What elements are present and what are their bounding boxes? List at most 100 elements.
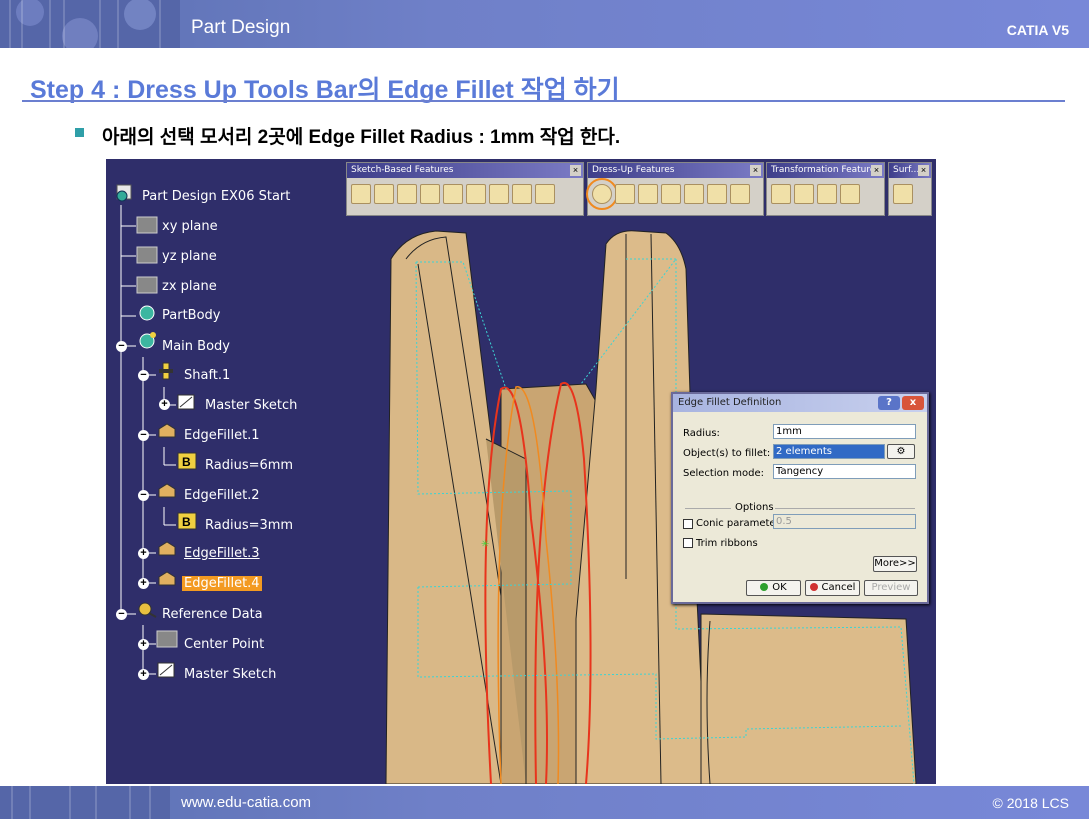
point-icon — [156, 629, 178, 649]
tree-item-edgefillet-2[interactable]: EdgeFillet.2 — [184, 488, 260, 503]
footer-url[interactable]: www.edu-catia.com — [181, 794, 311, 811]
groove-icon[interactable] — [420, 184, 440, 204]
tree-item-edgefillet-1[interactable]: EdgeFillet.1 — [184, 428, 260, 443]
edge-fillet-tool-icon[interactable] — [586, 178, 618, 210]
close-icon[interactable]: × — [570, 165, 581, 176]
tree-item-master-sketch[interactable]: Master Sketch — [205, 398, 297, 413]
instruction-text: 아래의 선택 모서리 2곳에 Edge Fillet Radius : 1mm … — [102, 127, 621, 148]
footer-copyright: © 2018 LCS — [992, 795, 1069, 811]
tree-item-main-body[interactable]: Main Body — [162, 339, 230, 354]
cancel-label: Cancel — [821, 582, 856, 593]
expand-icon[interactable]: + — [159, 399, 170, 410]
draft-icon[interactable] — [638, 184, 658, 204]
pad-icon[interactable] — [351, 184, 371, 204]
expand-icon[interactable]: + — [138, 578, 149, 589]
collapse-icon[interactable]: − — [138, 430, 149, 441]
svg-text:B: B — [182, 455, 191, 469]
tree-item-edgefillet-4[interactable]: EdgeFillet.4 — [182, 576, 262, 591]
rib-icon[interactable] — [466, 184, 486, 204]
split-icon[interactable] — [893, 184, 913, 204]
options-label: Options — [735, 502, 774, 513]
toolbar-dress-up-features: Dress-Up Features × — [586, 162, 764, 216]
tree-item-shaft[interactable]: Shaft.1 — [184, 368, 230, 383]
sketch-icon — [156, 659, 178, 679]
close-icon[interactable]: × — [750, 165, 761, 176]
expand-icon[interactable]: + — [138, 639, 149, 650]
pocket-icon[interactable] — [374, 184, 394, 204]
collapse-icon[interactable]: − — [138, 490, 149, 501]
radius-input[interactable]: 1mm — [773, 424, 916, 439]
part-document-icon — [114, 183, 136, 203]
footer-decoration — [0, 786, 170, 819]
toolbar-title: Dress-Up Features — [588, 163, 763, 178]
objects-to-fillet-field[interactable]: 2 elements — [773, 444, 885, 459]
shaft-tool-icon[interactable] — [397, 184, 417, 204]
stiffener-icon[interactable] — [512, 184, 532, 204]
mirror-icon[interactable] — [794, 184, 814, 204]
tree-item-partbody[interactable]: PartBody — [162, 308, 220, 323]
collapse-icon[interactable]: − — [116, 609, 127, 620]
shaft-icon — [156, 361, 178, 381]
collapse-icon[interactable]: − — [138, 370, 149, 381]
tree-item-radius-6[interactable]: Radius=6mm — [205, 458, 293, 473]
tree-item-yz-plane[interactable]: yz plane — [162, 249, 217, 264]
header-decoration — [0, 0, 180, 48]
edge-fillet-icon — [156, 481, 178, 501]
reference-data-icon — [136, 599, 158, 619]
slot-icon[interactable] — [489, 184, 509, 204]
collapse-icon[interactable]: − — [116, 341, 127, 352]
expand-icon[interactable]: + — [138, 548, 149, 559]
more-button[interactable]: More>> — [873, 556, 917, 572]
help-button[interactable]: ? — [878, 396, 900, 410]
conic-parameter-input[interactable]: 0.5 — [773, 514, 916, 529]
toolbar-surface: Surf... × — [888, 162, 932, 216]
close-icon[interactable]: × — [918, 165, 929, 176]
expand-icon[interactable]: + — [138, 669, 149, 680]
cancel-icon — [809, 583, 818, 591]
objects-label: Object(s) to fillet: — [683, 448, 771, 459]
selection-mode-select[interactable]: Tangency — [773, 464, 916, 479]
tree-item-reference-data[interactable]: Reference Data — [162, 607, 263, 622]
shell-icon[interactable] — [661, 184, 681, 204]
ok-icon — [760, 583, 769, 591]
tree-item-zx-plane[interactable]: zx plane — [162, 279, 217, 294]
edge-fillet-dialog: Edge Fillet Definition ? x Radius: 1mm O… — [671, 392, 929, 604]
toolbar-title: Sketch-Based Features — [347, 163, 583, 178]
toolbar-sketch-based-features: Sketch-Based Features × — [346, 162, 584, 216]
preview-button[interactable]: Preview — [864, 580, 918, 596]
selection-mode-label: Selection mode: — [683, 468, 764, 479]
options-divider — [685, 508, 731, 509]
cancel-button[interactable]: Cancel — [805, 580, 860, 596]
chamfer-icon[interactable] — [615, 184, 635, 204]
pattern-icon[interactable] — [817, 184, 837, 204]
ok-button[interactable]: OK — [746, 580, 801, 596]
tree-item-edgefillet-3[interactable]: EdgeFillet.3 — [184, 546, 260, 561]
specification-tree: Part Design EX06 Start xy plane yz plane… — [106, 159, 346, 784]
parameter-icon: B — [176, 511, 198, 531]
multi-selection-icon[interactable]: ⚙ — [887, 444, 915, 459]
ok-label: OK — [772, 582, 787, 593]
scaling-icon[interactable] — [840, 184, 860, 204]
remove-face-icon[interactable] — [730, 184, 750, 204]
tree-item-radius-3[interactable]: Radius=3mm — [205, 518, 293, 533]
dialog-title: Edge Fillet Definition ? x — [673, 394, 927, 412]
edge-fillet-icon — [156, 421, 178, 441]
hole-icon[interactable] — [443, 184, 463, 204]
catia-screenshot: ✳ Part Design EX06 Start xy plane yz pla… — [106, 159, 936, 784]
close-icon[interactable]: × — [871, 165, 882, 176]
options-divider — [775, 508, 915, 509]
translation-icon[interactable] — [771, 184, 791, 204]
radius-label: Radius: — [683, 428, 720, 439]
thickness-icon[interactable] — [684, 184, 704, 204]
tree-item-xy-plane[interactable]: xy plane — [162, 219, 218, 234]
trim-ribbons-checkbox[interactable] — [683, 538, 693, 548]
close-button[interactable]: x — [902, 396, 924, 410]
tree-item-root[interactable]: Part Design EX06 Start — [142, 189, 290, 204]
dialog-title-text: Edge Fillet Definition — [678, 397, 782, 408]
thread-icon[interactable] — [707, 184, 727, 204]
bullet-square-icon — [75, 128, 84, 137]
conic-parameter-checkbox[interactable] — [683, 519, 693, 529]
tree-item-master-sketch-2[interactable]: Master Sketch — [184, 667, 276, 682]
loft-icon[interactable] — [535, 184, 555, 204]
tree-item-center-point[interactable]: Center Point — [184, 637, 264, 652]
